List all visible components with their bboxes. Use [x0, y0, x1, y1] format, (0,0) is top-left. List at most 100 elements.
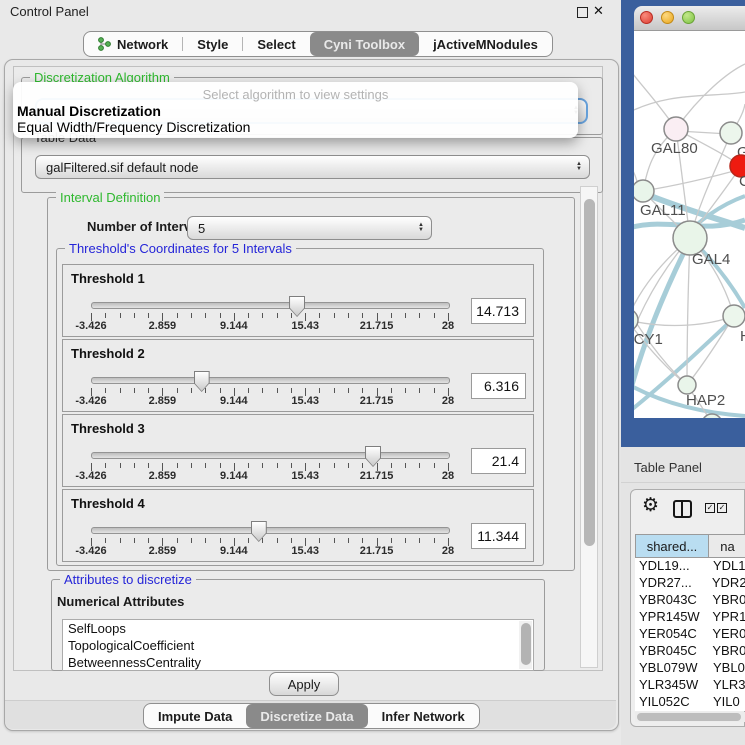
tab-infer-network[interactable]: Infer Network — [368, 704, 479, 728]
column-header-shared-name[interactable]: shared... — [635, 534, 709, 558]
tab-jactivemnodules[interactable]: jActiveMNodules — [419, 32, 552, 56]
slider-track[interactable] — [91, 302, 450, 309]
network-node-gal4[interactable] — [673, 221, 707, 255]
panel-scrollbar[interactable] — [580, 186, 598, 668]
slider-tick — [277, 388, 278, 393]
float-window-icon[interactable] — [577, 7, 588, 18]
table-row[interactable]: YDR27...YDR2 — [635, 575, 745, 592]
tab-cyni-toolbox[interactable]: Cyni Toolbox — [310, 32, 419, 56]
slider-scale-label: 9.144 — [204, 470, 264, 482]
network-window-titlebar[interactable] — [634, 6, 745, 31]
slider-tick — [134, 538, 135, 543]
slider-thumb[interactable] — [194, 371, 210, 392]
table-row[interactable]: YPR145WYPR1 — [635, 609, 745, 626]
slider-track[interactable] — [91, 377, 450, 384]
slider-tick — [205, 463, 206, 468]
network-node-label: C — [739, 173, 745, 190]
slider-tick — [205, 313, 206, 318]
network-node-gcy1[interactable] — [621, 309, 638, 331]
slider-track[interactable] — [91, 527, 450, 534]
apply-button[interactable]: Apply — [269, 672, 339, 696]
table-row[interactable]: YDL19...YDL1 — [635, 558, 745, 575]
slider-tick — [291, 538, 292, 543]
close-icon[interactable]: ✕ — [593, 3, 604, 19]
network-node[interactable] — [702, 414, 722, 434]
table-row[interactable]: YBR043CYBR0 — [635, 592, 745, 609]
checkbox-icon[interactable]: ✓ — [717, 503, 727, 513]
threshold-value-field[interactable]: 11.344 — [471, 523, 526, 549]
slider-scale-label: -3.426 — [61, 470, 121, 482]
slider-tick — [134, 388, 135, 393]
table-panel-titlebar: Table Panel — [621, 447, 745, 483]
list-scrollbar-thumb[interactable] — [521, 623, 531, 665]
threshold-label: Threshold 1 — [71, 271, 145, 286]
network-node-gal80[interactable] — [664, 117, 688, 141]
list-scrollbar[interactable] — [519, 621, 532, 669]
cell-name: YBL0 — [709, 660, 745, 677]
traffic-light-close-icon[interactable] — [640, 11, 653, 24]
slider-thumb[interactable] — [365, 446, 381, 467]
column-header-name[interactable]: na — [709, 534, 745, 558]
slider-tick — [405, 538, 406, 543]
numerical-attributes-list[interactable]: SelfLoopsTopologicalCoefficientBetweenne… — [62, 619, 534, 671]
slider-tick — [120, 388, 121, 393]
table-row[interactable]: YBR045CYBR0 — [635, 643, 745, 660]
cell-shared-name: YBR045C — [635, 643, 708, 660]
list-item[interactable]: BetweennessCentrality — [63, 654, 533, 671]
checkbox-icon[interactable]: ✓ — [705, 503, 715, 513]
table-data-value: galFiltered.sif default node — [46, 160, 198, 175]
slider-track[interactable] — [91, 452, 450, 459]
slider-scale-label: 15.43 — [275, 395, 335, 407]
number-of-intervals-combobox[interactable]: 5 ▲▼ — [187, 216, 432, 240]
network-node-ga[interactable] — [720, 122, 742, 144]
slider-tick — [105, 313, 106, 318]
tab-label: Style — [197, 37, 228, 52]
table-row[interactable]: YER054CYER0 — [635, 626, 745, 643]
list-item[interactable]: SelfLoops — [63, 620, 533, 637]
tab-select[interactable]: Select — [243, 32, 309, 56]
popup-item-equal-width-frequency[interactable]: Equal Width/Frequency Discretization — [17, 119, 250, 135]
table-data-combobox[interactable]: galFiltered.sif default node ▲▼ — [35, 155, 590, 179]
threshold-label: Threshold 3 — [71, 421, 145, 436]
slider-scale-label: 28 — [418, 320, 478, 332]
tab-network[interactable]: Network — [84, 32, 182, 56]
slider-scale-label: -3.426 — [61, 320, 121, 332]
table-row[interactable]: YBL079WYBL0 — [635, 660, 745, 677]
threshold-value-field[interactable]: 14.713 — [471, 298, 526, 324]
network-node-gal11[interactable] — [632, 180, 654, 202]
popup-item-manual-discretization[interactable]: Manual Discretization — [17, 103, 161, 119]
network-canvas[interactable]: GAL80GACGAL11GAL4GCY1HHAP2 — [621, 0, 745, 447]
tab-style[interactable]: Style — [183, 32, 242, 56]
spinner-icon[interactable]: ▲▼ — [418, 223, 424, 233]
slider-thumb[interactable] — [251, 521, 267, 542]
tab-label: Discretize Data — [260, 709, 353, 724]
traffic-light-minimize-icon[interactable] — [661, 11, 674, 24]
cell-shared-name: YDL19... — [635, 558, 709, 575]
list-item[interactable]: TopologicalCoefficient — [63, 637, 533, 654]
table-row[interactable]: YLR345WYLR3 — [635, 677, 745, 694]
tab-impute-data[interactable]: Impute Data — [144, 704, 246, 728]
slider-tick — [134, 313, 135, 318]
spinner-icon[interactable]: ▲▼ — [576, 162, 582, 172]
slider-tick — [277, 463, 278, 468]
table-body[interactable]: YDL19...YDL1YDR27...YDR2YBR043CYBR0YPR14… — [635, 558, 745, 711]
split-columns-icon[interactable] — [673, 500, 692, 518]
panel-scrollbar-thumb[interactable] — [584, 199, 595, 546]
threshold-value-field[interactable]: 21.4 — [471, 448, 526, 474]
threshold-value-field[interactable]: 6.316 — [471, 373, 526, 399]
network-node-h[interactable] — [723, 305, 745, 327]
slider-scale-label: 15.43 — [275, 470, 335, 482]
slider-tick — [419, 388, 420, 393]
slider-tick — [291, 313, 292, 318]
tab-discretize-data[interactable]: Discretize Data — [246, 704, 367, 728]
tab-label: Impute Data — [158, 709, 232, 724]
gear-icon[interactable]: ⚙ — [642, 494, 659, 517]
traffic-light-zoom-icon[interactable] — [682, 11, 695, 24]
slider-tick — [319, 313, 320, 318]
slider-tick — [362, 313, 363, 318]
table-row[interactable]: YIL052CYIL0 — [635, 694, 745, 711]
table-h-scrollbar[interactable] — [635, 712, 745, 722]
table-h-scrollbar-thumb[interactable] — [637, 713, 741, 721]
network-node-label: GAL11 — [640, 202, 686, 219]
slider-tick — [148, 388, 149, 393]
